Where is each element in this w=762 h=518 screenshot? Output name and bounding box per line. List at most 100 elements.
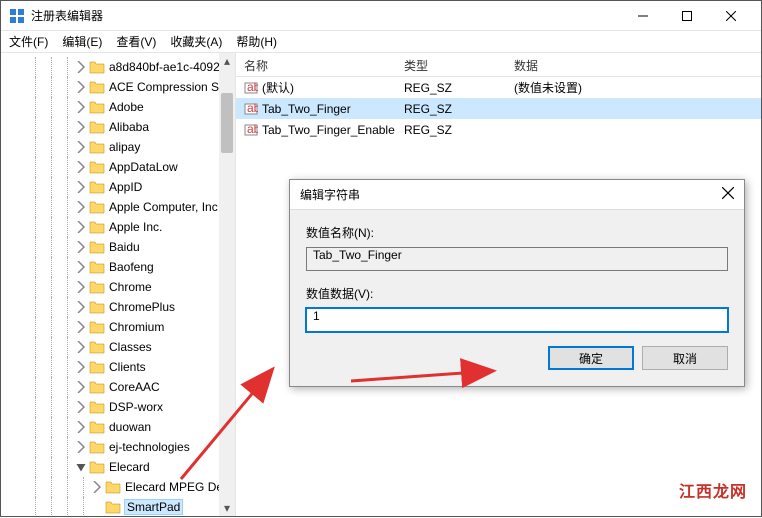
chevron-right-icon[interactable] (75, 281, 87, 293)
registry-tree-panel: a8d840bf-ae1c-4092ACE Compression SoAdob… (1, 53, 236, 516)
tree-item[interactable]: Apple Inc. (7, 217, 235, 237)
string-value-icon: ab (244, 81, 258, 95)
window-titlebar: 注册表编辑器 (1, 1, 761, 31)
tree-item-label: Apple Computer, Inc (109, 200, 218, 214)
dialog-title: 编辑字符串 (300, 186, 722, 203)
folder-icon (89, 240, 105, 254)
folder-icon (89, 260, 105, 274)
close-button[interactable] (709, 2, 753, 30)
chevron-right-icon[interactable] (75, 121, 87, 133)
tree-item[interactable]: DSP-worx (7, 397, 235, 417)
tree-item[interactable]: Baofeng (7, 257, 235, 277)
chevron-right-icon[interactable] (75, 321, 87, 333)
cancel-button[interactable]: 取消 (642, 346, 728, 370)
tree-item[interactable]: Alibaba (7, 117, 235, 137)
menu-help[interactable]: 帮助(H) (236, 33, 277, 50)
chevron-right-icon[interactable] (75, 201, 87, 213)
chevron-right-icon[interactable] (75, 61, 87, 73)
tree-item[interactable]: ChromePlus (7, 297, 235, 317)
value-name: (默认) (262, 79, 294, 96)
value-name-field[interactable]: Tab_Two_Finger (306, 247, 728, 271)
tree-item[interactable]: SmartPad (7, 497, 235, 516)
tree-item-label: ChromePlus (109, 300, 175, 314)
chevron-right-icon[interactable] (75, 181, 87, 193)
chevron-right-icon[interactable] (91, 501, 103, 513)
tree-item-label: Baofeng (109, 260, 154, 274)
tree-scrollbar[interactable]: ▴ ▾ (219, 53, 235, 516)
tree-item[interactable]: Elecard MPEG De (7, 477, 235, 497)
folder-icon (89, 280, 105, 294)
scroll-down-icon[interactable]: ▾ (219, 500, 235, 516)
menu-favorites[interactable]: 收藏夹(A) (170, 33, 222, 50)
chevron-right-icon[interactable] (75, 261, 87, 273)
tree-item[interactable]: Adobe (7, 97, 235, 117)
tree-item[interactable]: ej-technologies (7, 437, 235, 457)
tree-item[interactable]: AppID (7, 177, 235, 197)
ok-button[interactable]: 确定 (548, 346, 634, 370)
dialog-close-button[interactable] (722, 187, 734, 202)
folder-icon (89, 100, 105, 114)
menu-file[interactable]: 文件(F) (9, 33, 48, 50)
folder-icon (89, 340, 105, 354)
tree-item[interactable]: Chromium (7, 317, 235, 337)
chevron-right-icon[interactable] (75, 381, 87, 393)
tree-item[interactable]: a8d840bf-ae1c-4092 (7, 57, 235, 77)
tree-item[interactable]: Chrome (7, 277, 235, 297)
tree-item-label: ej-technologies (109, 440, 190, 454)
chevron-right-icon[interactable] (91, 481, 103, 493)
folder-icon (89, 160, 105, 174)
tree-item-label: Alibaba (109, 120, 149, 134)
menu-edit[interactable]: 编辑(E) (62, 33, 102, 50)
chevron-right-icon[interactable] (75, 361, 87, 373)
chevron-right-icon[interactable] (75, 301, 87, 313)
list-row[interactable]: abTab_Two_FingerREG_SZ (236, 98, 761, 119)
tree-item[interactable]: CoreAAC (7, 377, 235, 397)
chevron-right-icon[interactable] (75, 81, 87, 93)
tree-item[interactable]: duowan (7, 417, 235, 437)
folder-icon (89, 120, 105, 134)
value-data-field[interactable]: 1 (306, 308, 728, 332)
maximize-button[interactable] (665, 2, 709, 30)
minimize-button[interactable] (621, 2, 665, 30)
chevron-right-icon[interactable] (75, 161, 87, 173)
tree-item[interactable]: AppDataLow (7, 157, 235, 177)
header-name[interactable]: 名称 (236, 53, 396, 76)
folder-icon (89, 400, 105, 414)
tree-item-label: Chrome (109, 280, 152, 294)
string-value-icon: ab (244, 102, 258, 116)
chevron-down-icon[interactable] (75, 461, 87, 473)
tree-item[interactable]: Baidu (7, 237, 235, 257)
list-row[interactable]: abTab_Two_Finger_EnableREG_SZ (236, 119, 761, 140)
chevron-right-icon[interactable] (75, 221, 87, 233)
chevron-right-icon[interactable] (75, 441, 87, 453)
svg-text:ab: ab (247, 102, 258, 115)
tree-item[interactable]: Classes (7, 337, 235, 357)
dialog-titlebar[interactable]: 编辑字符串 (290, 180, 744, 210)
scroll-thumb[interactable] (221, 93, 233, 153)
menu-view[interactable]: 查看(V) (116, 33, 156, 50)
header-data[interactable]: 数据 (506, 53, 761, 76)
value-data: (数值未设置) (506, 79, 761, 96)
chevron-right-icon[interactable] (75, 421, 87, 433)
scroll-up-icon[interactable]: ▴ (219, 53, 235, 69)
chevron-right-icon[interactable] (75, 341, 87, 353)
tree-item-label: alipay (109, 140, 140, 154)
tree-item-label: Elecard MPEG De (125, 480, 223, 494)
list-row[interactable]: ab (默认) REG_SZ(数值未设置) (236, 77, 761, 98)
chevron-right-icon[interactable] (75, 141, 87, 153)
chevron-right-icon[interactable] (75, 101, 87, 113)
header-type[interactable]: 类型 (396, 53, 506, 76)
tree-item-label: AppID (109, 180, 142, 194)
tree-item[interactable]: Clients (7, 357, 235, 377)
folder-icon (89, 180, 105, 194)
tree-item-label: SmartPad (125, 500, 182, 514)
value-type: REG_SZ (396, 81, 506, 95)
folder-icon (89, 300, 105, 314)
tree-item[interactable]: alipay (7, 137, 235, 157)
tree-item[interactable]: Apple Computer, Inc (7, 197, 235, 217)
chevron-right-icon[interactable] (75, 401, 87, 413)
tree-item[interactable]: Elecard (7, 457, 235, 477)
folder-icon (89, 360, 105, 374)
tree-item[interactable]: ACE Compression So (7, 77, 235, 97)
chevron-right-icon[interactable] (75, 241, 87, 253)
